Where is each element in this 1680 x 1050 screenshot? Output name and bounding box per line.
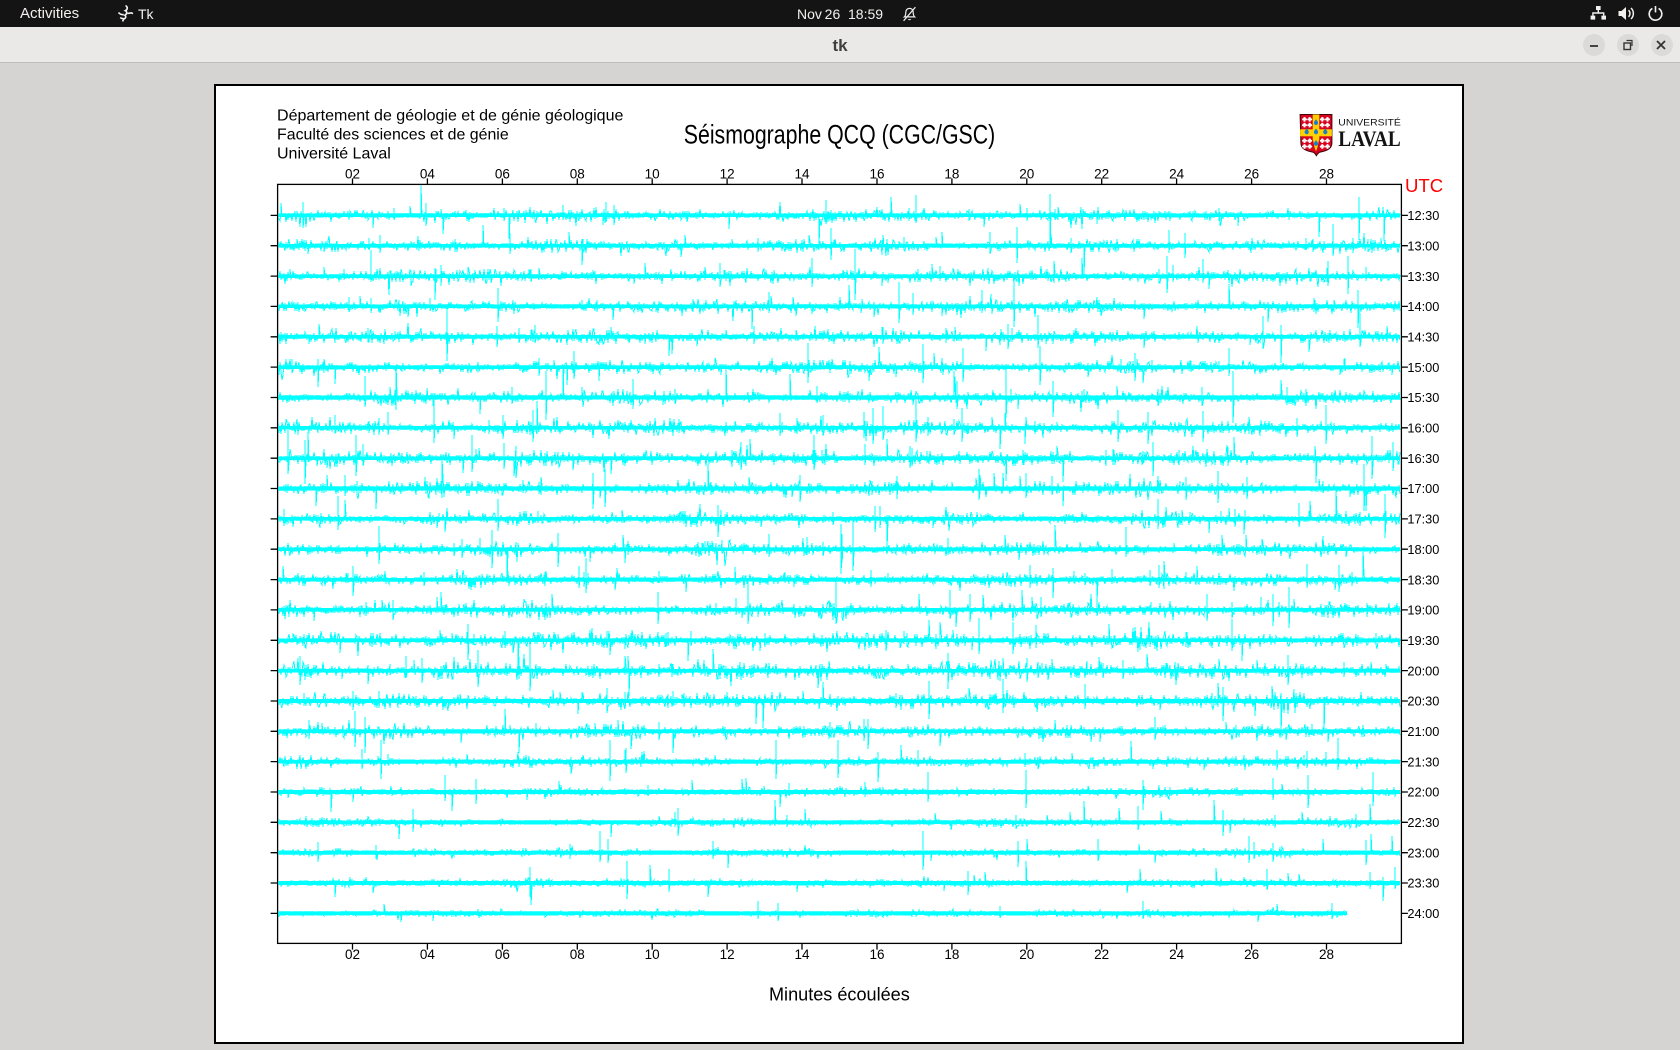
svg-text:21:00: 21:00 (1407, 724, 1439, 739)
svg-text:23:00: 23:00 (1407, 845, 1439, 860)
svg-text:20:30: 20:30 (1407, 694, 1439, 709)
svg-text:24:00: 24:00 (1407, 906, 1439, 921)
svg-text:Département de géologie et de: Département de géologie et de génie géol… (277, 107, 623, 125)
svg-text:21:30: 21:30 (1407, 754, 1439, 769)
svg-text:Séismographe QCQ (CGC/GSC): Séismographe QCQ (CGC/GSC) (684, 120, 996, 150)
svg-text:LAVAL: LAVAL (1338, 126, 1401, 151)
svg-text:15:00: 15:00 (1407, 360, 1439, 375)
svg-text:UTC: UTC (1405, 175, 1443, 196)
svg-text:17:00: 17:00 (1407, 481, 1439, 496)
svg-text:Faculté des sciences et de gén: Faculté des sciences et de génie (277, 126, 509, 144)
svg-text:19:30: 19:30 (1407, 633, 1439, 648)
svg-text:17:30: 17:30 (1407, 512, 1439, 527)
svg-text:13:30: 13:30 (1407, 269, 1439, 284)
svg-text:22:30: 22:30 (1407, 815, 1439, 830)
svg-text:14:30: 14:30 (1407, 330, 1439, 345)
svg-text:22:00: 22:00 (1407, 785, 1439, 800)
svg-text:18:00: 18:00 (1407, 542, 1439, 557)
svg-text:23:30: 23:30 (1407, 876, 1439, 891)
svg-text:16:00: 16:00 (1407, 421, 1439, 436)
svg-text:12:30: 12:30 (1407, 208, 1439, 223)
svg-text:13:00: 13:00 (1407, 238, 1439, 253)
svg-text:14:00: 14:00 (1407, 299, 1439, 314)
svg-text:19:00: 19:00 (1407, 603, 1439, 618)
svg-text:16:30: 16:30 (1407, 451, 1439, 466)
svg-text:15:30: 15:30 (1407, 390, 1439, 405)
svg-text:18:30: 18:30 (1407, 572, 1439, 587)
svg-text:Minutes écoulées: Minutes écoulées (769, 985, 910, 1005)
svg-text:Université Laval: Université Laval (277, 144, 391, 162)
svg-text:20:00: 20:00 (1407, 663, 1439, 678)
